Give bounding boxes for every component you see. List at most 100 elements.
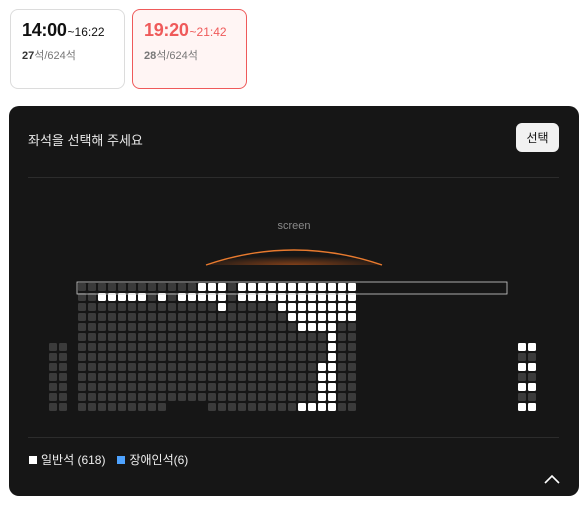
seat-taken <box>158 323 166 331</box>
seat-available[interactable] <box>328 323 336 331</box>
seat-taken <box>78 323 86 331</box>
seat-taken <box>49 393 57 401</box>
seat-taken <box>288 403 296 411</box>
seat-available[interactable] <box>248 283 256 291</box>
showtime-times: 14:00 ~16:22 <box>22 20 113 41</box>
seat-taken <box>248 363 256 371</box>
seat-taken <box>59 363 67 371</box>
showtime-card-1920[interactable]: 19:20 ~21:42 28석/624석 <box>132 9 247 89</box>
seat-available[interactable] <box>318 303 326 311</box>
seat-available[interactable] <box>288 313 296 321</box>
seat-taken <box>98 383 106 391</box>
seat-available[interactable] <box>518 363 526 371</box>
seat-available[interactable] <box>318 373 326 381</box>
seat-available[interactable] <box>308 303 316 311</box>
chevron-up-icon[interactable] <box>543 472 561 486</box>
seat-available[interactable] <box>328 403 336 411</box>
seat-available[interactable] <box>518 343 526 351</box>
seat-taken <box>128 403 136 411</box>
seat-available[interactable] <box>298 283 306 291</box>
seat-available[interactable] <box>328 393 336 401</box>
seat-available[interactable] <box>528 343 536 351</box>
seat-taken <box>118 363 126 371</box>
seat-available[interactable] <box>338 313 346 321</box>
seat-taken <box>228 303 236 311</box>
seat-available[interactable] <box>518 383 526 391</box>
seat-taken <box>308 363 316 371</box>
seat-available[interactable] <box>218 303 226 311</box>
seat-available[interactable] <box>528 363 536 371</box>
seat-available[interactable] <box>328 283 336 291</box>
seat-taken <box>148 383 156 391</box>
seat-available[interactable] <box>308 323 316 331</box>
seat-available[interactable] <box>308 403 316 411</box>
seat-taken <box>208 333 216 341</box>
seat-available[interactable] <box>218 283 226 291</box>
seat-available[interactable] <box>318 283 326 291</box>
seat-available[interactable] <box>328 383 336 391</box>
seat-available[interactable] <box>528 383 536 391</box>
seat-available[interactable] <box>308 313 316 321</box>
seat-available[interactable] <box>298 323 306 331</box>
seat-taken <box>268 313 276 321</box>
seat-available[interactable] <box>278 283 286 291</box>
seat-taken <box>218 313 226 321</box>
seat-taken <box>268 383 276 391</box>
seat-taken <box>78 353 86 361</box>
seat-available[interactable] <box>238 283 246 291</box>
seat-available[interactable] <box>328 353 336 361</box>
seat-taken <box>338 383 346 391</box>
seat-taken <box>298 333 306 341</box>
seat-taken <box>108 303 116 311</box>
seat-available[interactable] <box>318 383 326 391</box>
seat-available[interactable] <box>258 283 266 291</box>
seat-taken <box>49 343 57 351</box>
seat-available[interactable] <box>348 303 356 311</box>
seat-taken <box>238 303 246 311</box>
seat-taken <box>208 323 216 331</box>
seat-available[interactable] <box>308 283 316 291</box>
seat-available[interactable] <box>288 303 296 311</box>
seat-taken <box>268 353 276 361</box>
seat-available[interactable] <box>198 283 206 291</box>
seat-available[interactable] <box>318 313 326 321</box>
seat-taken <box>258 303 266 311</box>
seat-available[interactable] <box>278 303 286 311</box>
seat-available[interactable] <box>298 303 306 311</box>
seat-taken <box>168 343 176 351</box>
seat-available[interactable] <box>268 283 276 291</box>
seat-taken <box>288 353 296 361</box>
seat-available[interactable] <box>328 333 336 341</box>
seat-available[interactable] <box>298 313 306 321</box>
seat-taken <box>138 283 146 291</box>
showtime-card-1400[interactable]: 14:00 ~16:22 27석/624석 <box>10 9 125 89</box>
seat-available[interactable] <box>328 363 336 371</box>
seat-available[interactable] <box>328 303 336 311</box>
seat-taken <box>238 393 246 401</box>
seat-available[interactable] <box>348 283 356 291</box>
seat-available[interactable] <box>318 403 326 411</box>
seat-taken <box>258 383 266 391</box>
seat-available[interactable] <box>318 393 326 401</box>
seat-available[interactable] <box>328 373 336 381</box>
seat-taken <box>168 353 176 361</box>
seat-taken <box>138 313 146 321</box>
seat-taken <box>288 393 296 401</box>
seat-taken <box>138 343 146 351</box>
seat-available[interactable] <box>338 303 346 311</box>
seat-available[interactable] <box>288 283 296 291</box>
seat-available[interactable] <box>528 403 536 411</box>
seat-available[interactable] <box>298 403 306 411</box>
seat-taken <box>49 353 57 361</box>
seat-available[interactable] <box>348 313 356 321</box>
seat-available[interactable] <box>338 283 346 291</box>
seat-taken <box>248 373 256 381</box>
seat-available[interactable] <box>518 403 526 411</box>
seat-available[interactable] <box>328 313 336 321</box>
seat-taken <box>258 403 266 411</box>
seat-available[interactable] <box>318 323 326 331</box>
seat-available[interactable] <box>328 343 336 351</box>
seat-taken <box>128 313 136 321</box>
seat-available[interactable] <box>318 363 326 371</box>
seat-available[interactable] <box>208 283 216 291</box>
